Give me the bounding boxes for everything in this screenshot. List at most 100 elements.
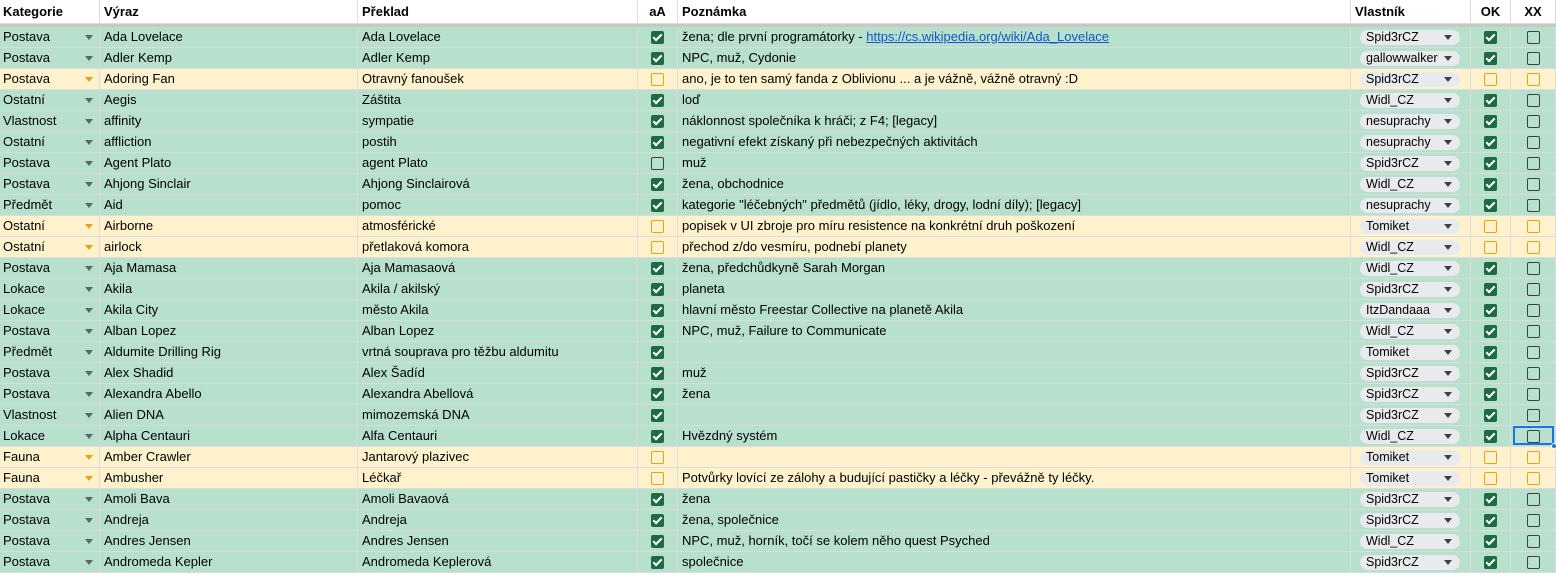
term-cell[interactable]: Amber Crawler <box>100 447 358 468</box>
note-cell[interactable]: ano, je to ten samý fanda z Oblivionu ..… <box>678 69 1351 90</box>
owner-chip[interactable]: Spid3rCZ <box>1360 492 1460 507</box>
translation-cell[interactable]: Alfa Centauri <box>358 426 638 447</box>
chevron-down-icon[interactable] <box>85 56 93 61</box>
note-cell[interactable]: Potvůrky lovící ze zálohy a budující pas… <box>678 468 1351 489</box>
term-cell[interactable]: Ada Lovelace <box>100 27 358 48</box>
chevron-down-icon[interactable] <box>85 203 93 208</box>
term-cell[interactable]: affliction <box>100 132 358 153</box>
ok-checkbox[interactable] <box>1484 408 1497 422</box>
term-cell[interactable]: Alexandra Abello <box>100 384 358 405</box>
chevron-down-icon[interactable] <box>85 245 93 250</box>
owner-chip[interactable]: Spid3rCZ <box>1360 555 1460 570</box>
owner-chip[interactable]: Widl_CZ <box>1360 261 1460 276</box>
owner-chip[interactable]: Spid3rCZ <box>1360 72 1460 87</box>
ok-checkbox[interactable] <box>1484 51 1497 65</box>
case-checkbox[interactable] <box>651 156 664 170</box>
category-cell[interactable]: Postava <box>0 174 100 195</box>
ok-checkbox[interactable] <box>1484 177 1497 191</box>
category-cell[interactable]: Postava <box>0 153 100 174</box>
xx-checkbox[interactable] <box>1526 198 1540 212</box>
chevron-down-icon[interactable] <box>85 371 93 376</box>
translation-cell[interactable]: postih <box>358 132 638 153</box>
case-checkbox[interactable] <box>651 135 664 149</box>
category-cell[interactable]: Postava <box>0 69 100 90</box>
term-cell[interactable]: Andres Jensen <box>100 531 358 552</box>
xx-checkbox[interactable] <box>1526 72 1540 86</box>
note-cell[interactable]: NPC, muž, horník, točí se kolem něho que… <box>678 531 1351 552</box>
ok-checkbox[interactable] <box>1484 324 1497 338</box>
owner-chip[interactable]: Widl_CZ <box>1360 324 1460 339</box>
ok-checkbox[interactable] <box>1484 534 1497 548</box>
owner-chip[interactable]: Tomiket <box>1360 450 1460 465</box>
case-checkbox[interactable] <box>651 534 664 548</box>
xx-checkbox[interactable] <box>1526 492 1540 506</box>
xx-checkbox[interactable] <box>1526 513 1540 527</box>
ok-checkbox[interactable] <box>1484 240 1497 254</box>
xx-checkbox[interactable] <box>1526 30 1540 44</box>
chevron-down-icon[interactable] <box>85 413 93 418</box>
translation-cell[interactable]: přetlaková komora <box>358 237 638 258</box>
note-cell[interactable]: Hvězdný systém <box>678 426 1351 447</box>
header-aa[interactable]: aA <box>638 0 678 24</box>
chevron-down-icon[interactable] <box>85 350 93 355</box>
xx-checkbox[interactable] <box>1526 261 1540 275</box>
translation-cell[interactable]: atmosférické <box>358 216 638 237</box>
ok-checkbox[interactable] <box>1484 282 1497 296</box>
note-cell[interactable]: žena <box>678 384 1351 405</box>
header-xx[interactable]: XX <box>1511 0 1556 24</box>
translation-cell[interactable]: Ada Lovelace <box>358 27 638 48</box>
xx-checkbox[interactable] <box>1526 156 1540 170</box>
owner-chip[interactable]: Widl_CZ <box>1360 534 1460 549</box>
ok-checkbox[interactable] <box>1484 198 1497 212</box>
xx-checkbox[interactable] <box>1526 345 1540 359</box>
owner-chip[interactable]: Spid3rCZ <box>1360 513 1460 528</box>
header-kategorie[interactable]: Kategorie <box>0 0 100 24</box>
ok-checkbox[interactable] <box>1484 471 1497 485</box>
note-cell[interactable]: NPC, muž, Failure to Communicate <box>678 321 1351 342</box>
owner-chip[interactable]: nesuprachy <box>1360 198 1460 213</box>
case-checkbox[interactable] <box>651 429 664 443</box>
owner-chip[interactable]: Spid3rCZ <box>1360 387 1460 402</box>
owner-chip[interactable]: nesuprachy <box>1360 114 1460 129</box>
selected-cell[interactable] <box>1513 426 1554 445</box>
case-checkbox[interactable] <box>651 93 664 107</box>
chevron-down-icon[interactable] <box>85 308 93 313</box>
case-checkbox[interactable] <box>651 555 664 569</box>
note-cell[interactable] <box>678 447 1351 468</box>
owner-chip[interactable]: Spid3rCZ <box>1360 156 1460 171</box>
category-cell[interactable]: Postava <box>0 321 100 342</box>
ok-checkbox[interactable] <box>1484 345 1497 359</box>
chevron-down-icon[interactable] <box>85 98 93 103</box>
term-cell[interactable]: Amoli Bava <box>100 489 358 510</box>
owner-chip[interactable]: Widl_CZ <box>1360 429 1460 444</box>
case-checkbox[interactable] <box>651 513 664 527</box>
translation-cell[interactable]: Andreja <box>358 510 638 531</box>
translation-cell[interactable]: Aja Mamasaová <box>358 258 638 279</box>
ok-checkbox[interactable] <box>1484 366 1497 380</box>
header-preklad[interactable]: Překlad <box>358 0 638 24</box>
term-cell[interactable]: Agent Plato <box>100 153 358 174</box>
ok-checkbox[interactable] <box>1484 429 1497 443</box>
owner-chip[interactable]: Widl_CZ <box>1360 93 1460 108</box>
xx-checkbox[interactable] <box>1526 93 1540 107</box>
translation-cell[interactable]: pomoc <box>358 195 638 216</box>
header-ok[interactable]: OK <box>1471 0 1511 24</box>
note-cell[interactable]: žena, předchůdkyně Sarah Morgan <box>678 258 1351 279</box>
category-cell[interactable]: Předmět <box>0 342 100 363</box>
header-poznamka[interactable]: Poznámka <box>678 0 1351 24</box>
term-cell[interactable]: Ambusher <box>100 468 358 489</box>
xx-checkbox[interactable] <box>1526 555 1540 569</box>
xx-checkbox[interactable] <box>1526 177 1540 191</box>
chevron-down-icon[interactable] <box>85 287 93 292</box>
ok-checkbox[interactable] <box>1484 93 1497 107</box>
case-checkbox[interactable] <box>651 30 664 44</box>
xx-checkbox[interactable] <box>1526 51 1540 65</box>
term-cell[interactable]: Adler Kemp <box>100 48 358 69</box>
owner-chip[interactable]: Widl_CZ <box>1360 240 1460 255</box>
translation-cell[interactable]: město Akila <box>358 300 638 321</box>
translation-cell[interactable]: Otravný fanoušek <box>358 69 638 90</box>
term-cell[interactable]: Akila City <box>100 300 358 321</box>
category-cell[interactable]: Ostatní <box>0 237 100 258</box>
xx-checkbox[interactable] <box>1526 450 1540 464</box>
translation-cell[interactable]: Akila / akilský <box>358 279 638 300</box>
